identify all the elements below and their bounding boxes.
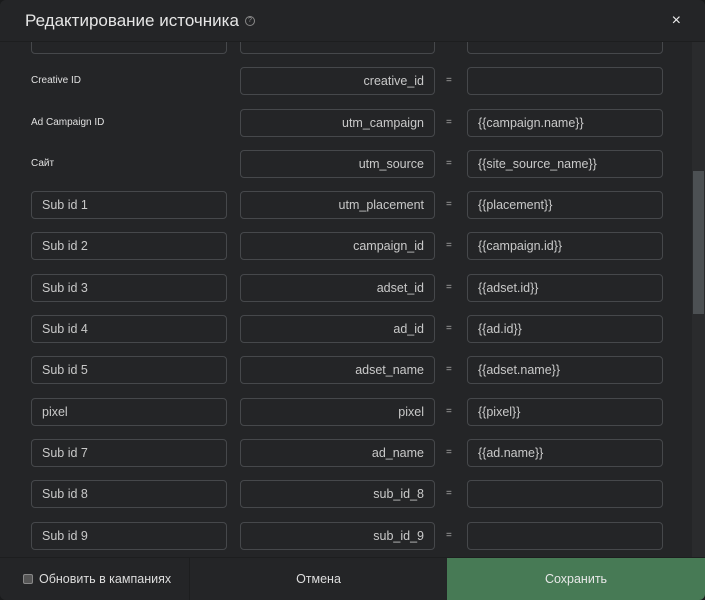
param-row: Сайт utm_source = {{site_source_name}}	[0, 144, 690, 185]
param-name-input[interactable]: Sub id 7	[31, 438, 227, 467]
param-row: Ad Campaign ID utm_campaign = {{campaign.na…	[0, 103, 690, 144]
param-value-input[interactable]: {{adset.id}}	[467, 273, 663, 302]
param-row: Sub id 7 ad_name = {{ad.name}}	[0, 433, 690, 474]
param-row: Sub id 1 utm_placement = {{placement}}	[0, 185, 690, 226]
param-name-input[interactable]: Sub id 9	[31, 521, 227, 550]
param-row: Sub id 9 sub_id_9 =	[0, 516, 690, 557]
param-name-label: Сайт	[31, 157, 55, 169]
equals-sign: =	[446, 405, 452, 417]
update-in-campaigns-checkbox[interactable]: Обновить в кампаниях	[0, 558, 190, 600]
cancel-button[interactable]: Отмена	[190, 558, 447, 600]
param-value-input[interactable]: {{site_source_name}}	[467, 149, 663, 178]
save-button[interactable]: Сохранить	[447, 558, 705, 600]
param-key-input[interactable]: creative_id	[240, 67, 435, 96]
param-row: Sub id 5 adset_name = {{adset.name}}	[0, 350, 690, 391]
param-value-input[interactable]: {{pixel}}	[467, 397, 663, 426]
param-key-input[interactable]: campaign_id	[240, 232, 435, 261]
param-key-input[interactable]	[240, 42, 435, 54]
equals-sign: =	[446, 240, 452, 252]
param-value-input[interactable]: {{placement}}	[467, 191, 663, 220]
param-row: Sub id 4 ad_id = {{ad.id}}	[0, 309, 690, 350]
param-value-input[interactable]	[467, 42, 663, 54]
param-key-input[interactable]: utm_source	[240, 149, 435, 178]
param-value-input[interactable]: {{campaign.name}}	[467, 108, 663, 137]
param-value-input[interactable]: {{ad.name}}	[467, 438, 663, 467]
edit-source-modal: Редактирование источника ? × =Creative I…	[0, 0, 705, 600]
equals-sign: =	[446, 157, 452, 169]
param-row: pixel pixel = {{pixel}}	[0, 392, 690, 433]
scrollbar[interactable]	[692, 42, 705, 557]
update-in-campaigns-label: Обновить в кампаниях	[39, 572, 172, 586]
param-row: =	[0, 42, 690, 61]
param-row: Sub id 8 sub_id_8 =	[0, 474, 690, 515]
param-name-input[interactable]: Sub id 3	[31, 273, 227, 302]
param-name-input[interactable]	[31, 42, 227, 54]
param-value-input[interactable]	[467, 480, 663, 509]
param-key-input[interactable]: utm_placement	[240, 191, 435, 220]
param-name-input[interactable]: Sub id 8	[31, 480, 227, 509]
equals-sign: =	[446, 323, 452, 335]
param-key-input[interactable]: utm_campaign	[240, 108, 435, 137]
param-key-input[interactable]: adset_id	[240, 273, 435, 302]
equals-sign: =	[446, 116, 452, 128]
close-icon[interactable]: ×	[672, 12, 681, 30]
modal-footer: Обновить в кампаниях Отмена Сохранить	[0, 557, 705, 600]
param-value-input[interactable]	[467, 67, 663, 96]
param-name-label: Creative ID	[31, 75, 82, 87]
param-name-input[interactable]: Sub id 1	[31, 191, 227, 220]
equals-sign: =	[446, 42, 452, 54]
param-key-input[interactable]: ad_name	[240, 438, 435, 467]
param-name-label: Ad Campaign ID	[31, 116, 105, 128]
param-value-input[interactable]	[467, 521, 663, 550]
question-circle-icon[interactable]: ?	[244, 15, 255, 26]
equals-sign: =	[446, 75, 452, 87]
param-row: Sub id 3 adset_id = {{adset.id}}	[0, 268, 690, 309]
param-name-input[interactable]: Sub id 5	[31, 356, 227, 385]
checkbox-icon[interactable]	[23, 574, 33, 584]
modal-header: Редактирование источника ? ×	[0, 0, 705, 42]
param-key-input[interactable]: sub_id_9	[240, 521, 435, 550]
param-key-input[interactable]: ad_id	[240, 315, 435, 344]
equals-sign: =	[446, 529, 452, 541]
parameters-list: = Creative ID creative_id = Ad Campaign ID ut…	[0, 42, 705, 557]
equals-sign: =	[446, 281, 452, 293]
param-value-input[interactable]: {{ad.id}}	[467, 315, 663, 344]
param-value-input[interactable]: {{adset.name}}	[467, 356, 663, 385]
param-row: Creative ID creative_id =	[0, 61, 690, 102]
param-key-input[interactable]: pixel	[240, 397, 435, 426]
param-name-input[interactable]: pixel	[31, 397, 227, 426]
param-name-input[interactable]: Sub id 2	[31, 232, 227, 261]
param-value-input[interactable]: {{campaign.id}}	[467, 232, 663, 261]
modal-title: Редактирование источника	[25, 10, 239, 30]
equals-sign: =	[446, 199, 452, 211]
equals-sign: =	[446, 446, 452, 458]
param-key-input[interactable]: adset_name	[240, 356, 435, 385]
param-name-input[interactable]: Sub id 4	[31, 315, 227, 344]
scrollbar-thumb[interactable]	[693, 171, 704, 314]
equals-sign: =	[446, 364, 452, 376]
param-key-input[interactable]: sub_id_8	[240, 480, 435, 509]
param-row: Sub id 2 campaign_id = {{campaign.id}}	[0, 226, 690, 267]
equals-sign: =	[446, 488, 452, 500]
